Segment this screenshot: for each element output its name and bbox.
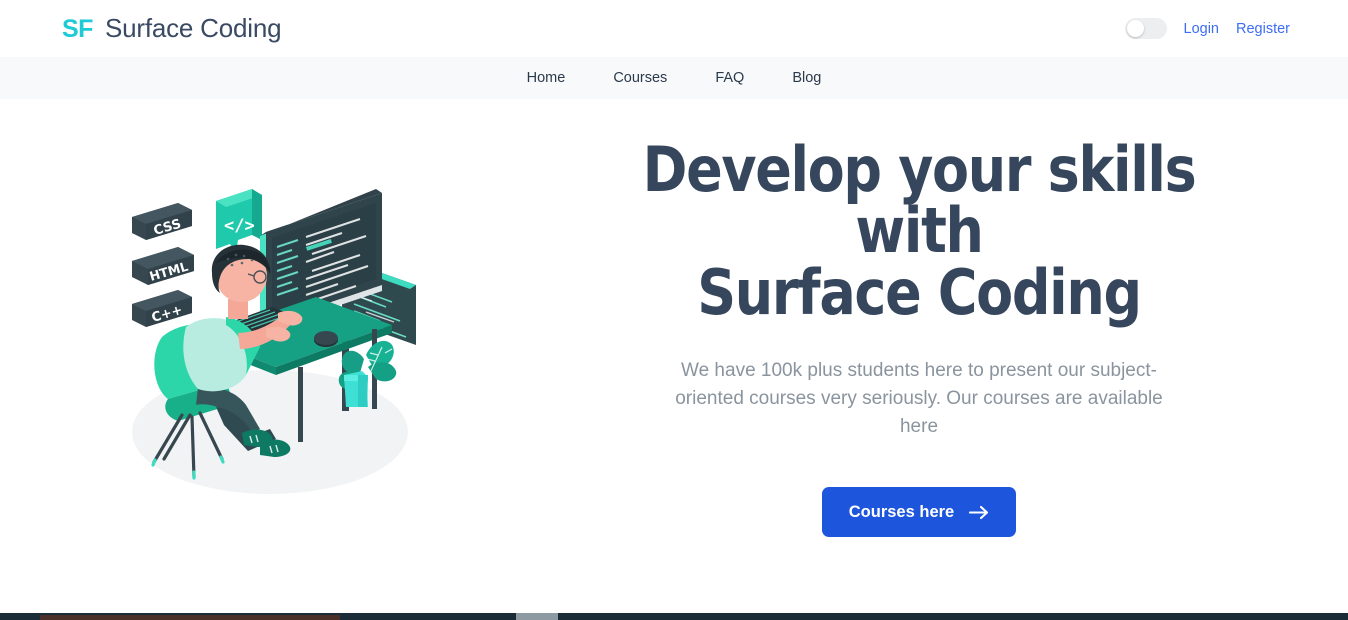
svg-text:</>: </>: [224, 216, 255, 236]
top-bar: SF Surface Coding Login Register: [0, 0, 1348, 57]
page-root: SF Surface Coding Login Register Home Co…: [0, 0, 1348, 620]
courses-here-button-label: Courses here: [848, 502, 955, 521]
hero-content: Develop your skills with Surface Coding …: [540, 99, 1348, 538]
courses-here-button[interactable]: Courses here: [821, 487, 1017, 538]
hero-illustration-area: CSS HTML C++ </>: [0, 99, 540, 497]
hero-title-line-2: Surface Coding: [697, 255, 1142, 329]
nav-item-faq[interactable]: FAQ: [715, 70, 744, 86]
register-link[interactable]: Register: [1236, 21, 1290, 37]
nav-item-home[interactable]: Home: [527, 70, 566, 86]
badge-html-icon: HTML: [132, 247, 194, 285]
brand-name: Surface Coding: [104, 13, 282, 43]
developer-at-desk-illustration: CSS HTML C++ </>: [132, 189, 416, 494]
toggle-knob-icon: [1126, 20, 1144, 37]
badge-cpp-icon: C++: [132, 290, 192, 327]
login-link[interactable]: Login: [1184, 21, 1219, 37]
arrow-right-icon: [969, 505, 989, 520]
bottom-strip-segment-a: [40, 615, 340, 620]
hero-cta-wrap: Courses here: [550, 487, 1288, 538]
hero-section: CSS HTML C++ </> Develop your skills wit…: [0, 99, 1348, 607]
mouse: [314, 331, 338, 347]
nav-item-blog[interactable]: Blog: [792, 70, 821, 86]
page-title: Develop your skills with Surface Coding: [598, 138, 1240, 323]
hero-subtitle: We have 100k plus students here to prese…: [675, 360, 1163, 438]
top-bar-actions: Login Register: [1124, 18, 1290, 39]
logo-mark-sf: SF: [62, 15, 93, 43]
bottom-edge-strip: [0, 613, 1348, 620]
bottom-strip-segment-b: [516, 613, 558, 620]
brand-logo[interactable]: SF Surface Coding: [62, 13, 282, 44]
nav-item-courses[interactable]: Courses: [613, 70, 667, 86]
code-bubble-icon: </>: [216, 189, 262, 253]
hero-title-line-1: Develop your skills with: [642, 133, 1197, 268]
badge-css-icon: CSS: [132, 203, 192, 240]
theme-toggle[interactable]: [1124, 18, 1167, 39]
main-navigation: Home Courses FAQ Blog: [0, 57, 1348, 99]
